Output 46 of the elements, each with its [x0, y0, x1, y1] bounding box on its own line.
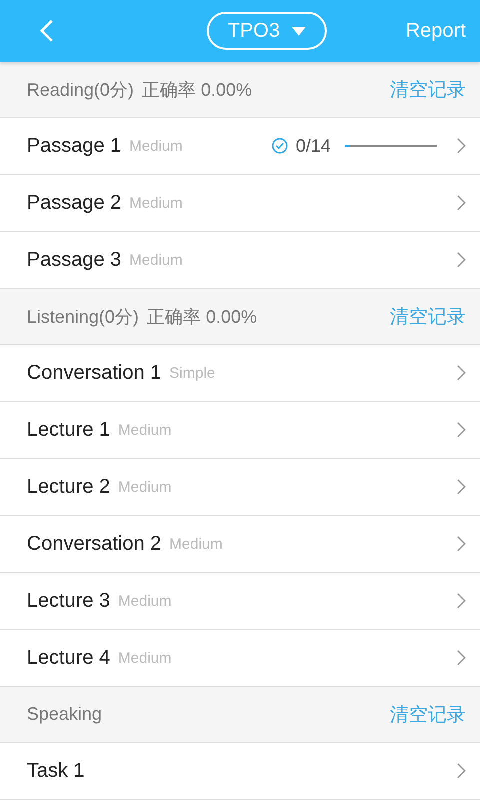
chevron-right-icon: [457, 479, 466, 495]
item-title: Task 1: [27, 760, 85, 782]
item-title: Lecture 4: [27, 646, 110, 670]
list-item[interactable]: Passage 2 Medium: [0, 175, 480, 232]
back-icon: [40, 19, 54, 43]
list-item[interactable]: Lecture 3 Medium: [0, 573, 480, 630]
list-item[interactable]: Lecture 2 Medium: [0, 459, 480, 516]
list-item[interactable]: Lecture 1 Medium: [0, 402, 480, 459]
section-title: Reading(0分): [27, 78, 134, 102]
list-item[interactable]: Conversation 2 Medium: [0, 516, 480, 573]
difficulty-label: Medium: [118, 592, 172, 610]
chevron-right-icon: [457, 763, 466, 779]
caret-icon: [292, 26, 306, 36]
accuracy-text: 正确率 0.00%: [142, 78, 252, 102]
score-text: 0/14: [296, 136, 331, 156]
difficulty-label: Simple: [170, 364, 216, 382]
difficulty-label: Medium: [118, 650, 172, 666]
chevron-right-icon: [457, 650, 466, 666]
difficulty-label: Medium: [130, 138, 183, 154]
item-title: Lecture 2: [27, 476, 110, 498]
chevron-right-icon: [457, 365, 466, 381]
item-title: Lecture 1: [27, 418, 110, 442]
item-title: Passage 1: [27, 134, 122, 158]
item-title: Passage 2: [27, 192, 122, 214]
item-title: Conversation 2: [27, 532, 162, 556]
chevron-right-icon: [457, 252, 466, 268]
difficulty-label: Medium: [118, 478, 172, 496]
difficulty-label: Medium: [170, 536, 223, 552]
item-title: Passage 3: [27, 248, 122, 272]
list-item[interactable]: Task 1: [0, 743, 480, 800]
section-title: Speaking: [27, 704, 102, 725]
list-item[interactable]: Conversation 1 Simple: [0, 345, 480, 402]
item-title: Lecture 3: [27, 590, 110, 612]
list-item[interactable]: Passage 1 Medium 0/14: [0, 118, 480, 175]
check-circle-icon: [272, 138, 288, 154]
chevron-right-icon: [457, 138, 466, 154]
difficulty-label: Medium: [130, 252, 183, 268]
difficulty-label: Medium: [130, 194, 183, 212]
chevron-right-icon: [457, 422, 466, 438]
item-title: Conversation 1: [27, 362, 162, 384]
chevron-right-icon: [457, 195, 466, 211]
chevron-right-icon: [457, 593, 466, 609]
accuracy-text: 正确率 0.00%: [147, 306, 258, 328]
chevron-right-icon: [457, 536, 466, 552]
difficulty-label: Medium: [118, 422, 172, 438]
section-title: Listening(0分): [27, 306, 140, 328]
